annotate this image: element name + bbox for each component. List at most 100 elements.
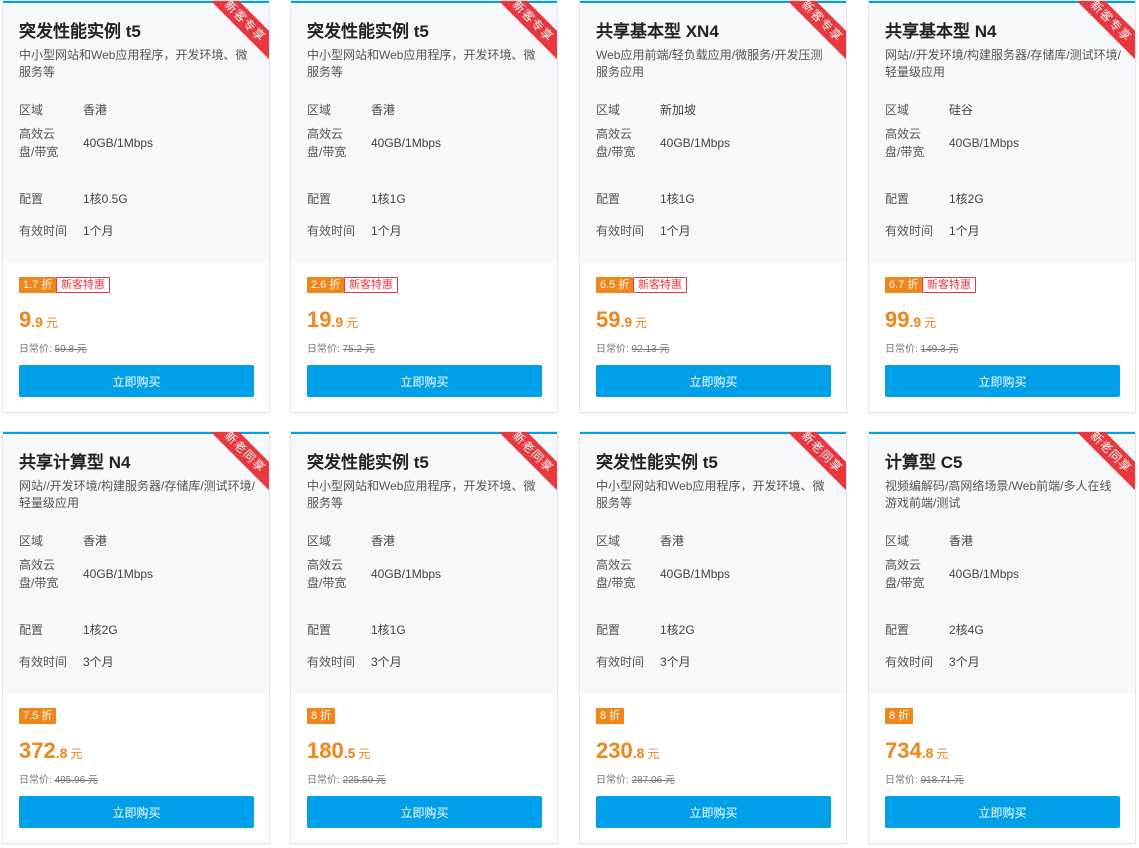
discount-badge: 6.5 折 bbox=[596, 277, 634, 293]
buy-now-button[interactable]: 立即购买 bbox=[307, 796, 542, 828]
spec-label-config: 配置 bbox=[596, 623, 621, 637]
spec-label-validity: 有效时间 bbox=[596, 224, 645, 238]
spec-label-disk-line1: 高效云 bbox=[596, 558, 633, 572]
product-card: 新客专享 共享基本型 N4 网站//开发环境/构建服务器/存储库/测试环境/轻量… bbox=[868, 0, 1136, 413]
original-price: 日常价: 918.71 元 bbox=[885, 771, 964, 786]
spec-value-config: 1核1G bbox=[660, 192, 695, 206]
spec-value-disk: 40GB/1Mbps bbox=[949, 136, 1020, 150]
product-description: 视频编解码/高网络场景/Web前端/多人在线游戏前端/测试 bbox=[885, 479, 1112, 510]
price-unit: 元 bbox=[358, 747, 371, 761]
spec-value-region: 香港 bbox=[371, 534, 396, 548]
product-card: 新客专享 共享基本型 XN4 Web应用前端/轻负载应用/微服务/开发压测服务应… bbox=[579, 0, 847, 413]
original-price-value: 149.3 元 bbox=[920, 344, 959, 355]
price: 59.9 元 bbox=[596, 307, 647, 333]
buy-now-button[interactable]: 立即购买 bbox=[307, 365, 542, 397]
spec-value-disk: 40GB/1Mbps bbox=[83, 567, 154, 581]
original-price-value: 59.8 元 bbox=[54, 344, 87, 355]
buy-now-button[interactable]: 立即购买 bbox=[596, 365, 831, 397]
buy-now-button[interactable]: 立即购买 bbox=[885, 796, 1120, 828]
spec-value-validity: 3个月 bbox=[660, 655, 691, 669]
price-decimal: .9 bbox=[909, 314, 922, 330]
price-decimal: .8 bbox=[632, 745, 645, 761]
product-card: 新客专享 突发性能实例 t5 中小型网站和Web应用程序，开发环境、微服务等 区… bbox=[2, 0, 270, 413]
original-price-label: 日常价: bbox=[19, 344, 52, 355]
spec-label-region: 区域 bbox=[307, 103, 332, 117]
spec-label-region: 区域 bbox=[885, 534, 910, 548]
price-integer: 99 bbox=[885, 307, 910, 332]
original-price-value: 287.06 元 bbox=[631, 775, 675, 786]
product-description: 网站//开发环境/构建服务器/存储库/测试环境/轻量级应用 bbox=[885, 48, 1122, 79]
price-unit: 元 bbox=[45, 316, 58, 330]
spec-label-region: 区域 bbox=[596, 534, 621, 548]
price-integer: 230 bbox=[596, 738, 633, 763]
spec-label-disk-line1: 高效云 bbox=[307, 558, 344, 572]
spec-label-disk-line2: 盘/带宽 bbox=[596, 145, 636, 159]
product-card: 新客专享 突发性能实例 t5 中小型网站和Web应用程序，开发环境、微服务等 区… bbox=[290, 0, 558, 413]
original-price-label: 日常价: bbox=[885, 344, 918, 355]
new-customer-tag: 新客特惠 bbox=[344, 277, 398, 293]
new-customer-tag: 新客特惠 bbox=[56, 277, 110, 293]
spec-label-region: 区域 bbox=[885, 103, 910, 117]
spec-label-disk-line1: 高效云 bbox=[596, 127, 633, 141]
original-price: 日常价: 495.96 元 bbox=[19, 771, 98, 786]
spec-value-config: 1核2G bbox=[83, 623, 118, 637]
discount-badge: 8 折 bbox=[307, 708, 336, 724]
buy-now-button[interactable]: 立即购买 bbox=[19, 796, 254, 828]
spec-value-validity: 1个月 bbox=[83, 224, 114, 238]
discount-badge: 8 折 bbox=[596, 708, 625, 724]
price: 180.5 元 bbox=[307, 738, 370, 764]
spec-label-region: 区域 bbox=[19, 103, 44, 117]
spec-label-disk-line1: 高效云 bbox=[307, 127, 344, 141]
spec-label-config: 配置 bbox=[596, 192, 621, 206]
price-decimal: .9 bbox=[31, 314, 43, 330]
price-decimal: .9 bbox=[620, 314, 633, 330]
original-price-label: 日常价: bbox=[307, 344, 340, 355]
spec-label-validity: 有效时间 bbox=[885, 655, 934, 669]
spec-value-validity: 1个月 bbox=[371, 224, 402, 238]
spec-value-disk: 40GB/1Mbps bbox=[660, 567, 731, 581]
buy-now-button[interactable]: 立即购买 bbox=[596, 796, 831, 828]
price: 734.8 元 bbox=[885, 738, 948, 764]
price-integer: 9 bbox=[19, 307, 32, 332]
spec-label-validity: 有效时间 bbox=[596, 655, 645, 669]
spec-value-region: 香港 bbox=[371, 103, 396, 117]
spec-value-config: 2核4G bbox=[949, 623, 984, 637]
product-card: 新老同享 计算型 C5 视频编解码/高网络场景/Web前端/多人在线游戏前端/测… bbox=[868, 431, 1136, 844]
product-description: Web应用前端/轻负载应用/微服务/开发压测服务应用 bbox=[596, 48, 823, 79]
spec-label-region: 区域 bbox=[307, 534, 332, 548]
price-unit: 元 bbox=[70, 747, 83, 761]
spec-label-config: 配置 bbox=[19, 192, 44, 206]
spec-value-region: 硅谷 bbox=[949, 103, 974, 117]
price-unit: 元 bbox=[924, 316, 937, 330]
original-price-value: 92.13 元 bbox=[631, 344, 670, 355]
discount-badge: 7.5 折 bbox=[19, 708, 57, 724]
product-card: 新老同享 共享计算型 N4 网站//开发环境/构建服务器/存储库/测试环境/轻量… bbox=[2, 431, 270, 844]
original-price-value: 225.59 元 bbox=[342, 775, 386, 786]
original-price: 日常价: 59.8 元 bbox=[19, 340, 87, 355]
spec-value-validity: 3个月 bbox=[371, 655, 402, 669]
spec-value-config: 1核0.5G bbox=[83, 192, 128, 206]
price-decimal: .5 bbox=[343, 745, 356, 761]
spec-value-config: 1核2G bbox=[660, 623, 695, 637]
price-unit: 元 bbox=[346, 316, 359, 330]
discount-badge: 1.7 折 bbox=[19, 277, 57, 293]
spec-value-region: 香港 bbox=[660, 534, 685, 548]
spec-value-disk: 40GB/1Mbps bbox=[371, 567, 442, 581]
price: 19.9 元 bbox=[307, 307, 358, 333]
original-price-label: 日常价: bbox=[19, 775, 52, 786]
discount-badge: 8 折 bbox=[885, 708, 914, 724]
discount-badge: 2.6 折 bbox=[307, 277, 345, 293]
product-title: 共享基本型 XN4 bbox=[596, 22, 719, 41]
spec-label-disk-line2: 盘/带宽 bbox=[596, 576, 636, 590]
spec-label-region: 区域 bbox=[19, 534, 44, 548]
price-integer: 372 bbox=[19, 738, 56, 763]
original-price-label: 日常价: bbox=[596, 775, 629, 786]
buy-now-button[interactable]: 立即购买 bbox=[19, 365, 254, 397]
buy-now-button[interactable]: 立即购买 bbox=[885, 365, 1120, 397]
spec-label-disk-line2: 盘/带宽 bbox=[19, 145, 59, 159]
spec-value-validity: 1个月 bbox=[949, 224, 980, 238]
product-card: 新老同享 突发性能实例 t5 中小型网站和Web应用程序，开发环境、微服务等 区… bbox=[579, 431, 847, 844]
spec-label-validity: 有效时间 bbox=[885, 224, 934, 238]
spec-value-region: 香港 bbox=[83, 103, 108, 117]
product-description: 网站//开发环境/构建服务器/存储库/测试环境/轻量级应用 bbox=[19, 479, 256, 510]
